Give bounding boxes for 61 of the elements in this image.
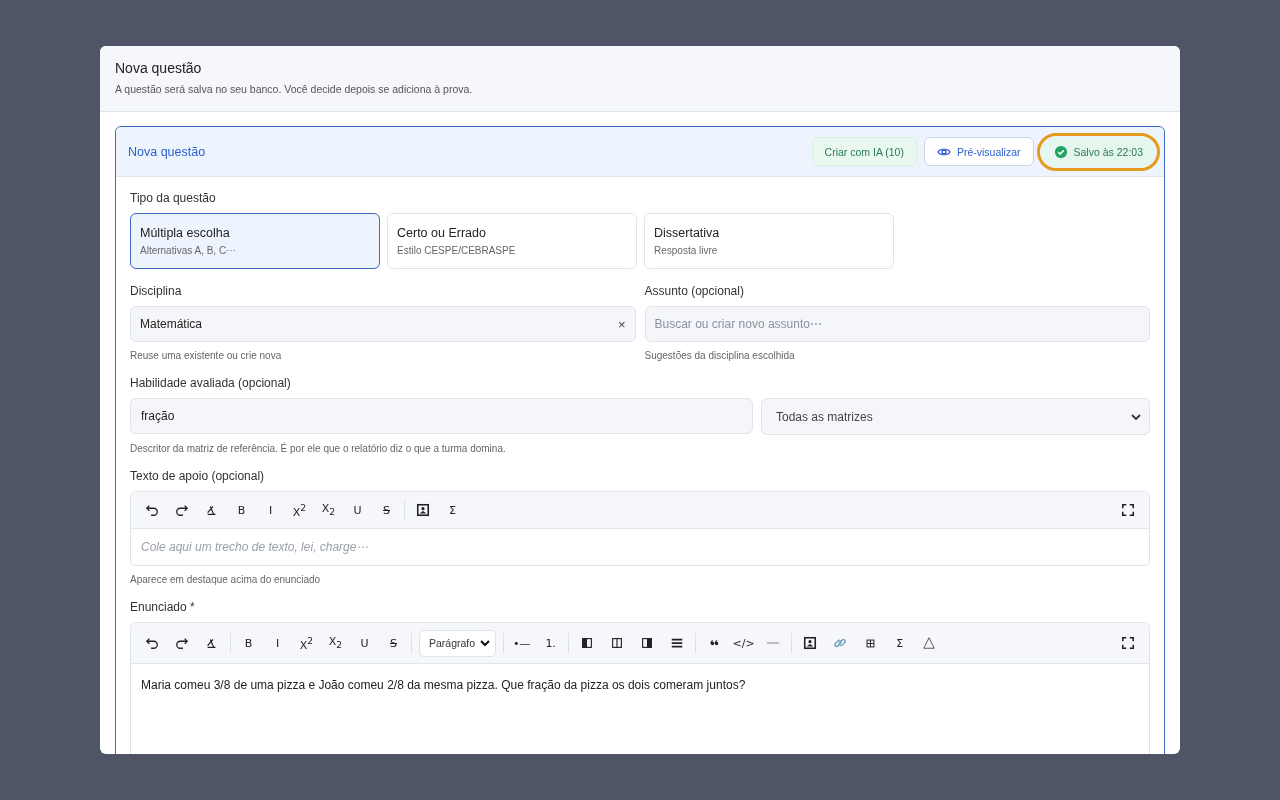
chevron-down-icon bbox=[480, 638, 491, 648]
align-right-icon[interactable] bbox=[640, 636, 655, 650]
redo-icon[interactable] bbox=[175, 636, 189, 650]
field-label: Enunciado * bbox=[130, 600, 196, 614]
undo-icon[interactable] bbox=[145, 503, 159, 517]
field-label: Tipo da questão bbox=[130, 191, 217, 205]
check-icon bbox=[1053, 144, 1068, 159]
subject-search-field[interactable]: Buscar ou criar novo assunto⋯ bbox=[644, 306, 1150, 342]
format-button[interactable]: X$_{2}$ bbox=[314, 498, 343, 522]
clear-button[interactable]: × bbox=[617, 316, 626, 332]
table-icon[interactable] bbox=[864, 637, 876, 649]
field-hint: Descritor da matriz de referência. É por ele que o relatório diz o que a turma domina. bbox=[130, 443, 507, 454]
chevron-down-icon bbox=[1131, 411, 1141, 422]
paragraph-select[interactable]: Parágrafo bbox=[419, 629, 497, 657]
format-button[interactable]: X$^{2}$ bbox=[292, 631, 321, 655]
question-type-option[interactable]: Dissertativa Resposta livre bbox=[644, 213, 894, 269]
format-button[interactable]: •— bbox=[507, 631, 537, 655]
matrix-select[interactable]: Todas as matrizes bbox=[761, 398, 1150, 435]
format-button[interactable]: B bbox=[227, 498, 256, 522]
clear-format-icon[interactable] bbox=[205, 503, 219, 517]
field-label: Habilidade avaliada (opcional) bbox=[130, 376, 292, 390]
format-button[interactable]: 1. bbox=[536, 631, 566, 655]
field-label: Texto de apoio (opcional) bbox=[130, 469, 266, 483]
fullscreen-icon[interactable] bbox=[1121, 636, 1135, 650]
align-center-icon[interactable] bbox=[610, 636, 625, 650]
preview-button[interactable]: Pré-visualizar bbox=[923, 137, 1034, 166]
format-button[interactable]: X$_{2}$ bbox=[321, 631, 350, 655]
fullscreen-icon[interactable] bbox=[1121, 503, 1135, 517]
skill-field[interactable]: fração bbox=[130, 398, 753, 434]
align-left-icon[interactable] bbox=[580, 636, 595, 650]
field-hint: Aparece em destaque acima do enunciado bbox=[130, 574, 322, 585]
justify-icon[interactable] bbox=[670, 636, 685, 650]
format-button[interactable]: I bbox=[256, 498, 285, 522]
format-button[interactable]: U bbox=[350, 631, 379, 655]
triangle-icon[interactable] bbox=[922, 636, 937, 650]
format-button[interactable]: S bbox=[372, 498, 401, 522]
format-button[interactable]: Σ bbox=[438, 498, 467, 522]
image-icon[interactable] bbox=[803, 636, 818, 650]
format-button[interactable]: </> bbox=[729, 631, 759, 655]
format-button[interactable]: I bbox=[263, 631, 292, 655]
field-label: Disciplina bbox=[130, 284, 183, 298]
format-button[interactable]: S bbox=[379, 631, 408, 655]
card-title: Nova questão bbox=[128, 144, 206, 159]
statement-text[interactable]: Maria comeu 3/8 de uma pizza e João comeu 2/8 da mesma pizza. Que fração da pizza os dois comeram juntos? bbox=[141, 678, 746, 692]
modal-subtitle: A questão será salva no seu banco. Você decide depois se adiciona à prova. bbox=[115, 83, 474, 95]
field-hint: Sugestões da disciplina escolhida bbox=[644, 350, 796, 361]
format-button[interactable]: U bbox=[343, 498, 372, 522]
undo-icon[interactable] bbox=[145, 636, 159, 650]
redo-icon[interactable] bbox=[175, 503, 189, 517]
format-button[interactable]: B bbox=[234, 631, 263, 655]
question-type-option[interactable]: Certo ou Errado Estilo CESPE/CEBRASPE bbox=[387, 213, 637, 269]
field-hint: Reuse uma existente ou crie nova bbox=[130, 350, 283, 361]
format-button[interactable]: X$^{2}$ bbox=[285, 498, 314, 522]
ai-create-button[interactable]: Criar com IA (10) bbox=[811, 137, 917, 166]
field-label: Assunto (opcional) bbox=[644, 284, 745, 298]
clear-format-icon[interactable] bbox=[205, 636, 219, 650]
image-icon[interactable] bbox=[416, 503, 430, 517]
discipline-field[interactable]: Matemática × bbox=[130, 306, 636, 342]
format-button[interactable]: Σ bbox=[885, 631, 915, 655]
modal-title: Nova questão bbox=[115, 60, 203, 76]
question-type-option[interactable]: Múltipla escolha Alternativas A, B, C⋯ bbox=[130, 213, 380, 269]
